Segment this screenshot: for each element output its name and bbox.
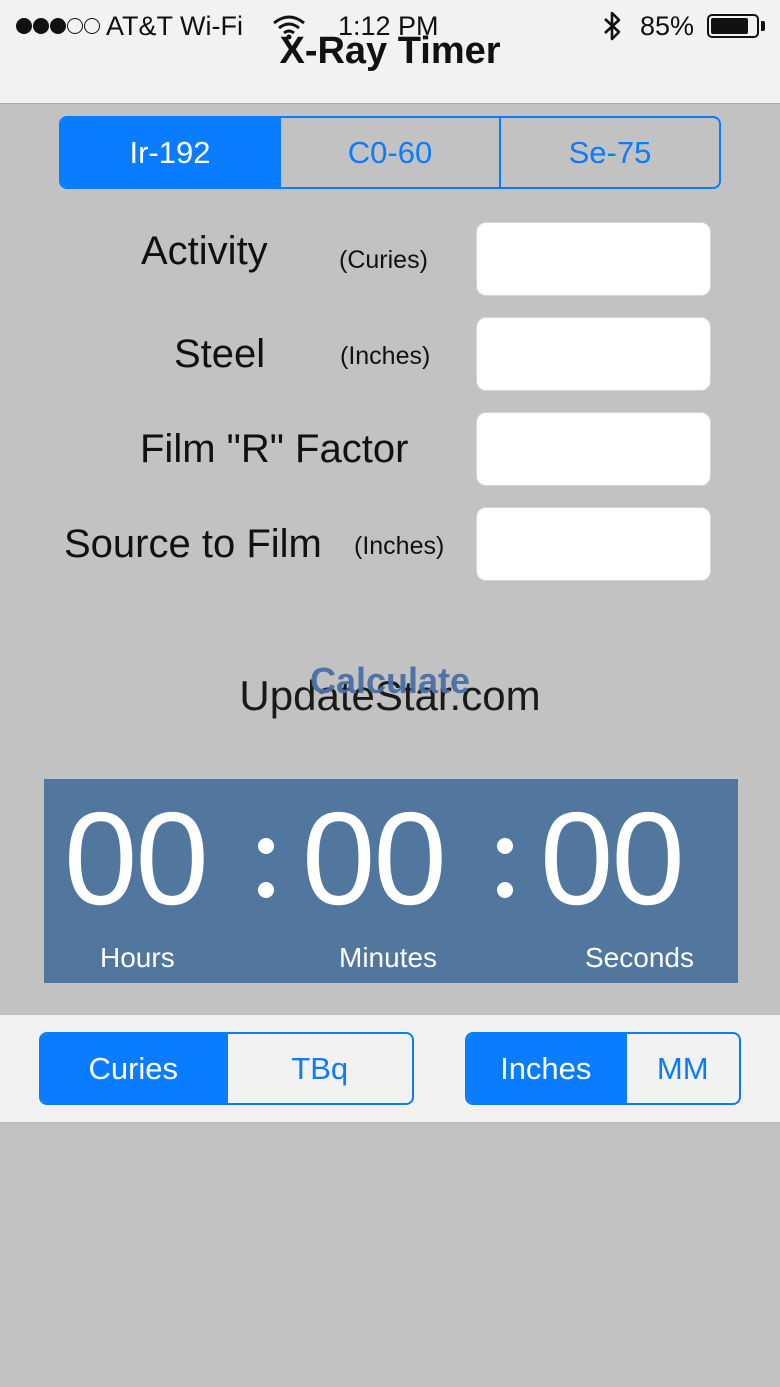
tbq-option[interactable]: TBq bbox=[225, 1034, 413, 1103]
inches-option[interactable]: Inches bbox=[467, 1034, 625, 1103]
film-factor-label: Film "R" Factor bbox=[140, 427, 409, 471]
seconds-label: Seconds bbox=[585, 942, 694, 973]
activity-label: Activity bbox=[141, 229, 268, 273]
option-label: TBq bbox=[291, 1050, 349, 1086]
tab-ir-192[interactable]: Ir-192 bbox=[61, 118, 279, 187]
option-label: Inches bbox=[500, 1050, 592, 1086]
option-label: MM bbox=[656, 1050, 709, 1086]
tab-label: Se-75 bbox=[568, 134, 652, 170]
activity-field[interactable] bbox=[476, 222, 711, 296]
distance-unit-control: Inches MM bbox=[465, 1032, 741, 1105]
steel-unit-label: (Inches) bbox=[340, 342, 431, 370]
hours-value: 00 bbox=[64, 785, 209, 932]
mm-option[interactable]: MM bbox=[624, 1034, 740, 1103]
tab-label: Ir-192 bbox=[129, 134, 211, 170]
colon-dot bbox=[258, 838, 274, 854]
steel-label: Steel bbox=[174, 332, 266, 376]
colon-dot bbox=[258, 882, 274, 898]
activity-unit-label: (Curies) bbox=[339, 246, 428, 274]
curies-option[interactable]: Curies bbox=[41, 1034, 226, 1103]
calculate-button[interactable]: Calculate bbox=[0, 660, 780, 702]
activity-unit-control: Curies TBq bbox=[39, 1032, 414, 1105]
isotope-segmented-control: Ir-192 C0-60 Se-75 bbox=[59, 116, 721, 189]
source-to-film-label: Source to Film bbox=[64, 522, 322, 566]
tab-label: C0-60 bbox=[347, 134, 433, 170]
tab-co-60[interactable]: C0-60 bbox=[279, 118, 499, 187]
film-factor-field[interactable] bbox=[476, 412, 711, 486]
page-title: X-Ray Timer bbox=[279, 30, 501, 72]
source-to-film-unit-label: (Inches) bbox=[354, 532, 445, 560]
minutes-label: Minutes bbox=[339, 942, 438, 973]
hours-label: Hours bbox=[100, 942, 175, 973]
seconds-value: 00 bbox=[540, 785, 685, 932]
tab-se-75[interactable]: Se-75 bbox=[499, 118, 719, 187]
steel-field[interactable] bbox=[476, 317, 711, 391]
minutes-value: 00 bbox=[302, 785, 447, 932]
colon-dot bbox=[497, 838, 513, 854]
colon-dot bbox=[497, 882, 513, 898]
source-to-film-field[interactable] bbox=[476, 507, 711, 581]
option-label: Curies bbox=[88, 1050, 179, 1086]
